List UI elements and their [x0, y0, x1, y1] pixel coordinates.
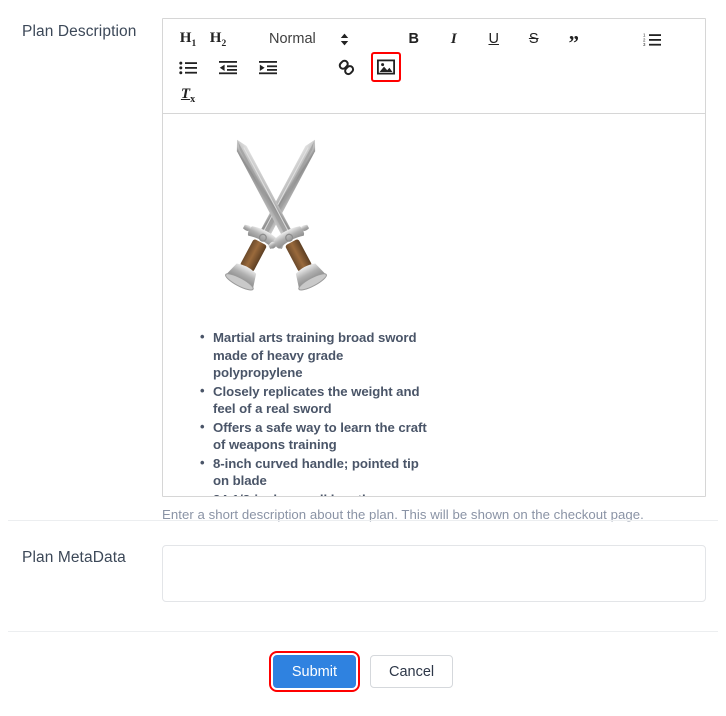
image-icon	[377, 59, 395, 75]
outdent-icon	[219, 60, 237, 75]
plan-metadata-label: Plan MetaData	[22, 549, 126, 566]
rich-text-editor[interactable]: H1 H2 Normal B I U S ” 1 2 3 Tx • Martia…	[162, 18, 706, 497]
editor-toolbar: H1 H2 Normal B I U S ” 1 2 3 Tx	[163, 19, 705, 114]
ordered-list-button[interactable]: 1 2 3	[639, 26, 665, 52]
list-item: 8-inch curved handle; pointed tip on bla…	[200, 454, 435, 490]
plan-metadata-input[interactable]	[162, 545, 706, 602]
bold-button[interactable]: B	[401, 26, 427, 52]
chevron-updown-icon	[340, 33, 349, 46]
blockquote-label: ”	[568, 31, 579, 55]
crossed-swords-image[interactable]	[177, 122, 691, 307]
plan-metadata-control	[162, 545, 706, 607]
plan-description-label: Plan Description	[22, 23, 137, 40]
bullet-list-icon	[179, 60, 197, 75]
italic-label: I	[450, 30, 457, 47]
indent-icon	[259, 60, 277, 75]
strikethrough-label: S	[528, 31, 539, 47]
underline-label: U	[488, 31, 499, 47]
plan-description-row: Plan Description H1 H2 Normal B I U S ” …	[0, 0, 726, 523]
heading-2-sub: 2	[221, 38, 227, 49]
form-actions: Submit Cancel	[0, 651, 726, 692]
plan-description-control: H1 H2 Normal B I U S ” 1 2 3 Tx • Martia…	[162, 18, 706, 523]
strikethrough-button[interactable]: S	[521, 26, 547, 52]
heading-2-button[interactable]: H2	[205, 26, 231, 52]
link-button[interactable]	[333, 54, 359, 80]
clear-formatting-sub: x	[190, 93, 196, 105]
link-icon	[338, 59, 355, 76]
image-button[interactable]	[371, 52, 401, 82]
blockquote-button[interactable]: ”	[561, 26, 587, 55]
heading-2-label: H	[209, 29, 222, 46]
heading-1-button[interactable]: H1	[175, 26, 201, 52]
plan-metadata-row: Plan MetaData	[0, 545, 726, 607]
section-divider	[8, 631, 718, 632]
cancel-button[interactable]: Cancel	[370, 655, 454, 688]
heading-1-label: H	[179, 29, 192, 46]
description-bullet-list: Martial arts training broad sword made o…	[177, 328, 691, 496]
bold-label: B	[408, 31, 419, 47]
clear-formatting-button[interactable]: Tx	[175, 82, 201, 108]
svg-text:3: 3	[643, 42, 646, 47]
submit-button[interactable]: Submit	[268, 651, 361, 692]
list-item: Offers a safe way to learn the craft of …	[200, 418, 435, 454]
italic-button[interactable]: I	[441, 26, 467, 52]
editor-content-area[interactable]: Martial arts training broad sword made o…	[163, 114, 705, 496]
format-select-value: Normal	[269, 31, 316, 47]
indent-button[interactable]	[255, 54, 281, 80]
list-item: Closely replicates the weight and feel o…	[200, 382, 435, 418]
bullet-list-button[interactable]	[175, 54, 201, 80]
outdent-button[interactable]	[215, 54, 241, 80]
list-item: Martial arts training broad sword made o…	[200, 328, 435, 382]
format-select[interactable]: Normal	[269, 26, 349, 52]
heading-1-sub: 1	[191, 38, 197, 49]
ordered-list-icon: 1 2 3	[643, 32, 661, 47]
list-item: 34-1/2-inch overall length	[200, 490, 435, 496]
section-divider	[8, 520, 718, 521]
clear-formatting-label: T	[180, 85, 191, 102]
underline-button[interactable]: U	[481, 26, 507, 52]
